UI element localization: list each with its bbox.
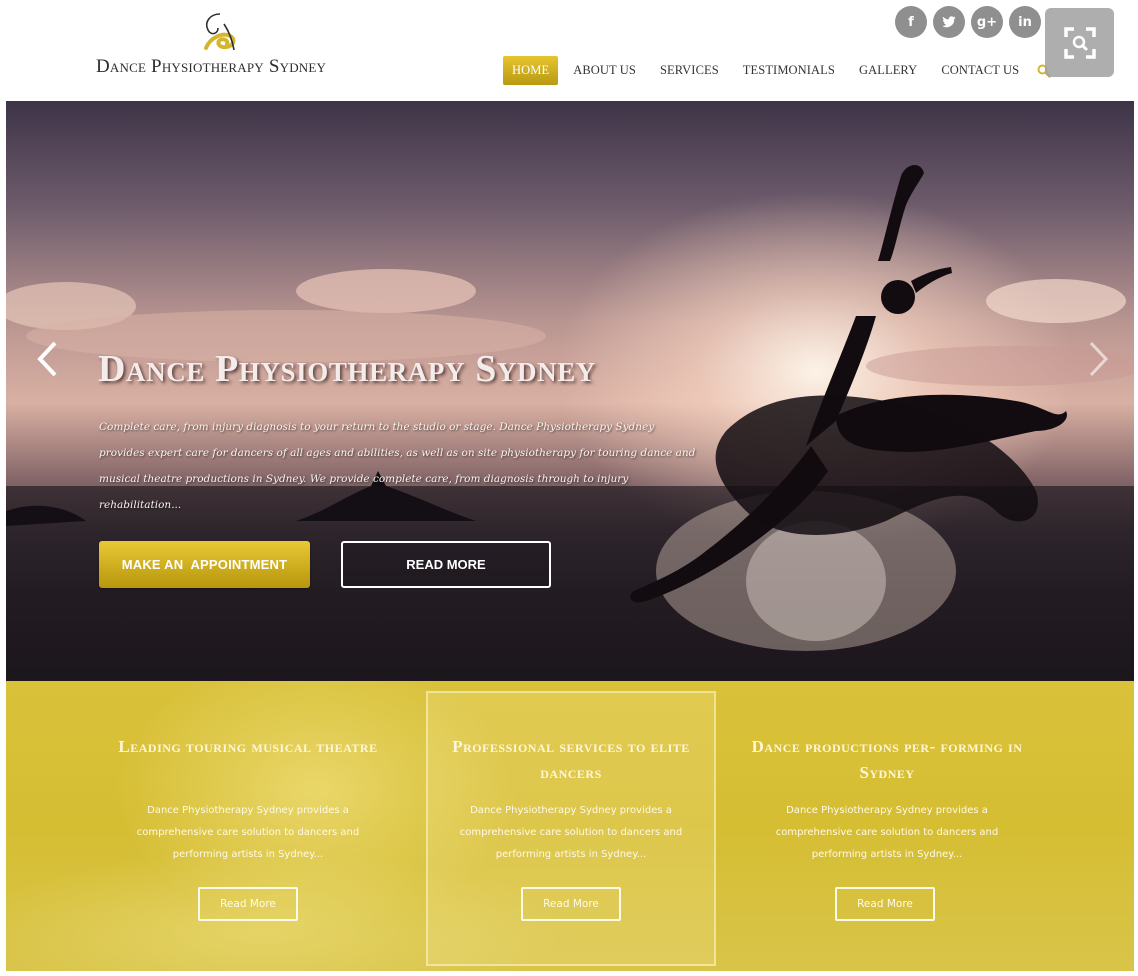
linkedin-icon[interactable]: in [1009, 6, 1041, 38]
page-bottom-edge [0, 971, 1138, 976]
service-title[interactable]: Dance productions per- forming in Sydney [737, 734, 1037, 786]
hero-background-image [6, 165, 1134, 681]
hero-slider: Dance Physiotherapy Sydney Complete care… [6, 101, 1134, 681]
service-card: Leading touring musical theatre Dance Ph… [98, 681, 398, 971]
service-card: Professional services to elite dancers D… [421, 681, 721, 971]
service-read-more-button[interactable]: Read More [198, 887, 298, 921]
twitter-icon[interactable] [933, 6, 965, 38]
main-nav: HOME ABOUT US SERVICES TESTIMONIALS GALL… [503, 56, 1057, 85]
nav-item-gallery[interactable]: GALLERY [847, 56, 929, 85]
social-links: f g+ in [895, 6, 1041, 38]
google-plus-icon[interactable]: g+ [971, 6, 1003, 38]
nav-item-testimonials[interactable]: TESTIMONIALS [731, 56, 847, 85]
service-read-more-button[interactable]: Read More [521, 887, 621, 921]
facebook-icon[interactable]: f [895, 6, 927, 38]
make-appointment-button[interactable]: MAKE AN APPOINTMENT [99, 541, 310, 588]
service-title[interactable]: Leading touring musical theatre [98, 734, 398, 760]
service-title[interactable]: Professional services to elite dancers [421, 734, 721, 786]
site-header: Dance Physiotherapy Sydney f g+ in HOME … [0, 0, 1138, 100]
service-description: Dance Physiotherapy Sydney provides a co… [775, 805, 999, 860]
nav-item-home[interactable]: HOME [503, 56, 559, 85]
nav-item-contact-us[interactable]: CONTACT US [929, 56, 1031, 85]
nav-item-services[interactable]: SERVICES [648, 56, 731, 85]
logo-icon[interactable] [196, 10, 242, 52]
service-description: Dance Physiotherapy Sydney provides a co… [459, 805, 683, 860]
hero-title: Dance Physiotherapy Sydney [98, 348, 596, 390]
service-description: Dance Physiotherapy Sydney provides a co… [136, 805, 360, 860]
nav-item-about-us[interactable]: ABOUT US [561, 56, 648, 85]
services-section: Leading touring musical theatre Dance Ph… [6, 681, 1134, 971]
hero-description: Complete care, from injury diagnosis to … [99, 421, 696, 511]
chevron-left-icon[interactable] [32, 337, 62, 381]
service-read-more-button[interactable]: Read More [835, 887, 935, 921]
hero-read-more-button[interactable]: READ MORE [341, 541, 551, 588]
chevron-right-icon[interactable] [1084, 337, 1114, 381]
logo-text[interactable]: Dance Physiotherapy Sydney [96, 56, 326, 78]
expand-search-icon[interactable] [1045, 8, 1114, 77]
service-card: Dance productions per- forming in Sydney… [737, 681, 1037, 971]
